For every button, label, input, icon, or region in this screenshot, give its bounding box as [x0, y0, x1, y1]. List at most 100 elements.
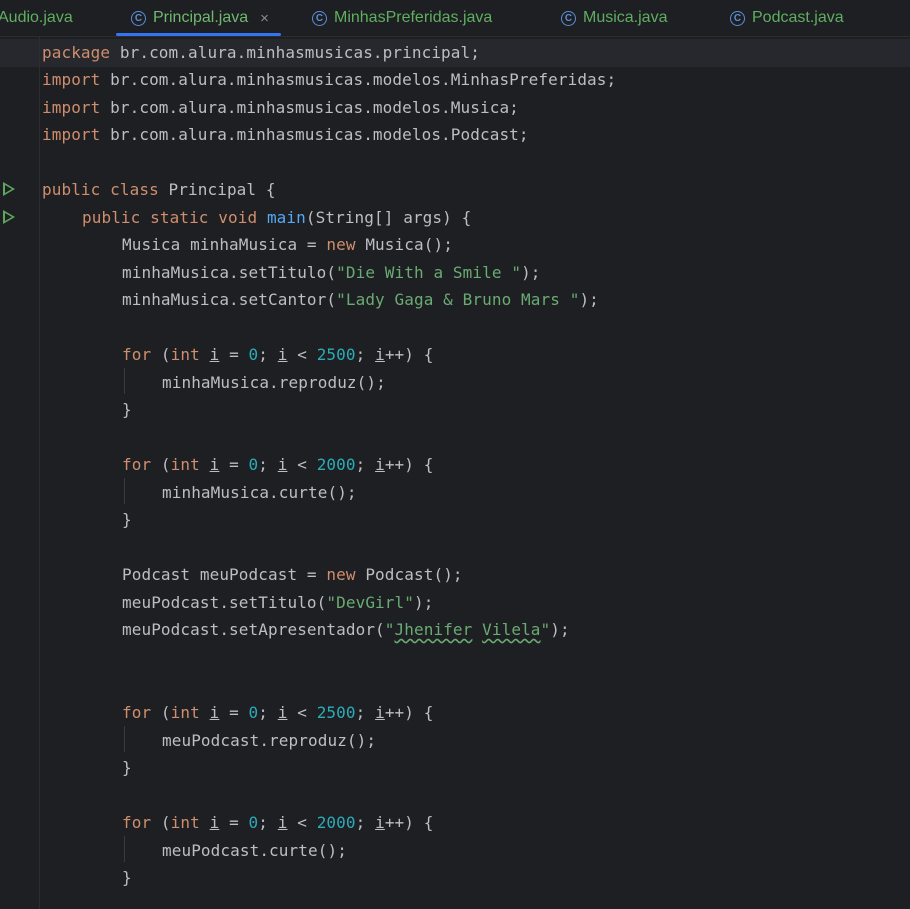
- keyword: int: [170, 703, 200, 722]
- loop-variable: i: [375, 345, 385, 364]
- string-literal: "Die With a Smile ": [336, 263, 522, 282]
- code-text: ;: [355, 703, 376, 722]
- code-text: ;: [258, 345, 278, 364]
- code-line: for (int i = 0; i < 2000; i++) {: [122, 451, 434, 478]
- code-line: }: [122, 754, 132, 781]
- keyword: public: [42, 180, 101, 199]
- number-literal: 2000: [316, 813, 356, 832]
- keyword: import: [42, 70, 101, 89]
- code-text: minhaMusica.reproduz();: [162, 373, 386, 392]
- code-text: Podcast();: [355, 565, 463, 584]
- code-line: minhaMusica.reproduz();: [162, 369, 386, 396]
- string-literal: "DevGirl": [326, 593, 414, 612]
- code-line: meuPodcast.curte();: [162, 837, 347, 864]
- number-literal: 0: [248, 703, 259, 722]
- loop-variable: i: [209, 345, 220, 364]
- string-literal: "Lady Gaga & Bruno Mars ": [336, 290, 580, 309]
- code-text: ;: [355, 345, 376, 364]
- code-text: ++) {: [384, 813, 434, 832]
- indent-guide: [124, 726, 125, 752]
- class-icon: C: [312, 10, 327, 26]
- code-text: ++) {: [384, 703, 434, 722]
- method-name: main: [266, 208, 306, 227]
- tab-minhaspreferidas-java[interactable]: C MinhasPreferidas.java: [312, 0, 492, 36]
- tab-label: Audio.java: [0, 9, 73, 26]
- code-line: public class Principal {: [42, 176, 276, 203]
- code-line: }: [122, 396, 132, 423]
- code-editor[interactable]: package br.com.alura.minhasmusicas.princ…: [0, 37, 910, 909]
- keyword: class: [110, 180, 159, 199]
- keyword: new: [326, 565, 356, 584]
- code-text: ;: [258, 703, 278, 722]
- tab-label: MinhasPreferidas.java: [334, 9, 493, 26]
- keyword: for: [122, 813, 152, 832]
- number-literal: 2000: [316, 455, 356, 474]
- code-line: import br.com.alura.minhasmusicas.modelo…: [42, 94, 519, 121]
- code-text: meuPodcast.reproduz();: [162, 731, 377, 750]
- code-text: =: [219, 345, 249, 364]
- keyword: void: [218, 208, 258, 227]
- loop-variable: i: [375, 813, 385, 832]
- close-icon[interactable]: ×: [260, 10, 269, 27]
- loop-variable: i: [375, 455, 385, 474]
- code-line: minhaMusica.setTitulo("Die With a Smile …: [122, 259, 541, 286]
- code-text: br.com.alura.minhasmusicas.modelos.Minha…: [100, 70, 617, 89]
- string-literal: ": [384, 620, 395, 639]
- indent-guide: [124, 836, 125, 862]
- keyword: import: [42, 125, 101, 144]
- code-line: meuPodcast.setTitulo("DevGirl");: [122, 589, 433, 616]
- code-text: <: [287, 813, 317, 832]
- code-line: meuPodcast.reproduz();: [162, 727, 376, 754]
- code-text: =: [219, 455, 249, 474]
- run-main-icon[interactable]: [3, 210, 15, 224]
- class-run-icon: C: [131, 10, 146, 26]
- tab-podcast-java[interactable]: C Podcast.java: [730, 0, 844, 36]
- string-literal: [472, 620, 482, 639]
- tab-label: Musica.java: [583, 9, 668, 26]
- code-text: ;: [355, 455, 376, 474]
- code-text: minhaMusica.setTitulo(: [122, 263, 337, 282]
- code-text: (: [151, 813, 171, 832]
- code-line: minhaMusica.curte();: [162, 479, 357, 506]
- code-text: (: [151, 455, 171, 474]
- code-line: public static void main(String[] args) {: [82, 204, 471, 231]
- code-text: minhaMusica.curte();: [162, 483, 357, 502]
- code-line: for (int i = 0; i < 2500; i++) {: [122, 699, 434, 726]
- code-text: (: [151, 703, 171, 722]
- keyword: int: [170, 345, 200, 364]
- run-class-icon[interactable]: [3, 182, 15, 196]
- keyword: package: [42, 43, 111, 62]
- code-text: <: [287, 345, 317, 364]
- code-line: minhaMusica.setCantor("Lady Gaga & Bruno…: [122, 286, 599, 313]
- code-text: Musica();: [355, 235, 453, 254]
- indent-guide: [124, 478, 125, 504]
- tab-principal-java[interactable]: C Principal.java ×: [116, 0, 281, 36]
- tab-audio-java[interactable]: Audio.java: [0, 0, 73, 36]
- code-text: br.com.alura.minhasmusicas.modelos.Music…: [100, 98, 519, 117]
- gutter-separator: [39, 37, 40, 909]
- tab-label: Principal.java: [153, 9, 249, 26]
- loop-variable: i: [209, 703, 220, 722]
- class-icon: C: [730, 10, 745, 26]
- spellcheck-word[interactable]: Vilela: [482, 620, 540, 639]
- keyword: int: [170, 813, 200, 832]
- spellcheck-word[interactable]: Jhenifer: [395, 620, 473, 639]
- loop-variable: i: [375, 703, 385, 722]
- code-text: <: [287, 455, 317, 474]
- tab-musica-java[interactable]: C Musica.java: [561, 0, 667, 36]
- keyword: import: [42, 98, 101, 117]
- number-literal: 0: [248, 455, 259, 474]
- code-line: Musica minhaMusica = new Musica();: [122, 231, 453, 258]
- code-text: minhaMusica.setCantor(: [122, 290, 337, 309]
- string-literal: ": [540, 620, 551, 639]
- code-text: ++) {: [384, 455, 434, 474]
- code-text: ;: [258, 455, 278, 474]
- loop-variable: i: [209, 813, 220, 832]
- code-text: br.com.alura.minhasmusicas.modelos.Podca…: [100, 125, 529, 144]
- code-line: for (int i = 0; i < 2500; i++) {: [122, 341, 434, 368]
- code-line: meuPodcast.setApresentador("Jhenifer Vil…: [122, 616, 570, 643]
- keyword: static: [150, 208, 209, 227]
- code-line: for (int i = 0; i < 2000; i++) {: [122, 809, 434, 836]
- code-text: );: [579, 290, 599, 309]
- code-text: );: [414, 593, 434, 612]
